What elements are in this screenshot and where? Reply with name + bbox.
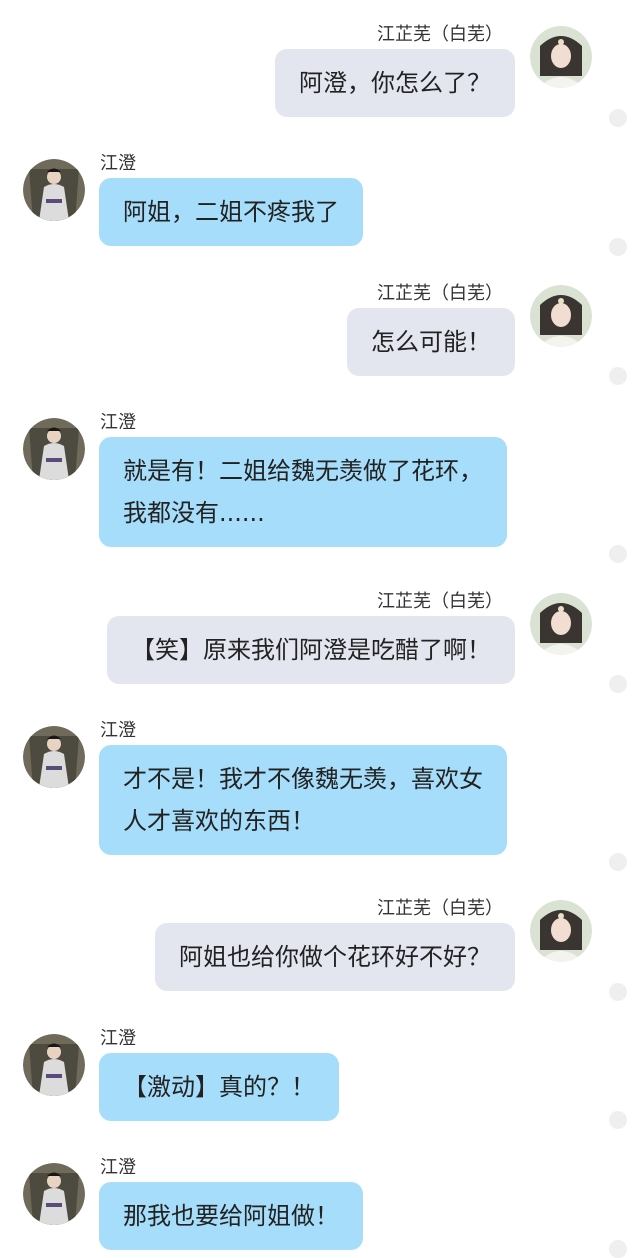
message-bubble: 【激动】真的？！: [99, 1053, 339, 1121]
sender-name: 江澄: [100, 1028, 136, 1049]
brother-avatar[interactable]: [23, 1163, 85, 1225]
sender-name: 江澄: [100, 720, 136, 741]
sender-name: 江芷芜（白芜）: [377, 591, 503, 612]
status-dot: [609, 238, 627, 256]
brother-avatar[interactable]: [23, 726, 85, 788]
message-bubble: 【笑】原来我们阿澄是吃醋了啊！: [107, 616, 515, 684]
status-dot: [609, 983, 627, 1001]
status-dot: [609, 853, 627, 871]
status-dot: [609, 545, 627, 563]
sister-avatar[interactable]: [530, 26, 592, 88]
sister-avatar[interactable]: [530, 900, 592, 962]
brother-avatar[interactable]: [23, 159, 85, 221]
message-bubble: 阿姐也给你做个花环好不好？: [155, 923, 515, 991]
chat-thread: 江芷芜（白芜） 阿澄，你怎么了？ 江澄 阿姐，二姐不疼我了 江芷芜（白芜） 怎么…: [0, 0, 640, 1258]
sender-name: 江芷芜（白芜）: [377, 24, 503, 45]
status-dot: [609, 1240, 627, 1258]
message-bubble: 阿姐，二姐不疼我了: [99, 178, 363, 246]
sender-name: 江澄: [100, 1157, 136, 1178]
message-bubble: 那我也要给阿姐做！: [99, 1182, 363, 1250]
message-bubble: 阿澄，你怎么了？: [275, 49, 515, 117]
status-dot: [609, 1111, 627, 1129]
sender-name: 江澄: [100, 412, 136, 433]
brother-avatar[interactable]: [23, 1034, 85, 1096]
brother-avatar[interactable]: [23, 418, 85, 480]
sister-avatar[interactable]: [530, 593, 592, 655]
status-dot: [609, 109, 627, 127]
message-bubble: 就是有！二姐给魏无羡做了花环， 我都没有......: [99, 437, 507, 547]
sender-name: 江澄: [100, 153, 136, 174]
message-bubble: 怎么可能！: [347, 308, 515, 376]
sister-avatar[interactable]: [530, 285, 592, 347]
message-bubble: 才不是！我才不像魏无羡，喜欢女 人才喜欢的东西！: [99, 745, 507, 855]
sender-name: 江芷芜（白芜）: [377, 283, 503, 304]
status-dot: [609, 367, 627, 385]
sender-name: 江芷芜（白芜）: [377, 898, 503, 919]
status-dot: [609, 675, 627, 693]
